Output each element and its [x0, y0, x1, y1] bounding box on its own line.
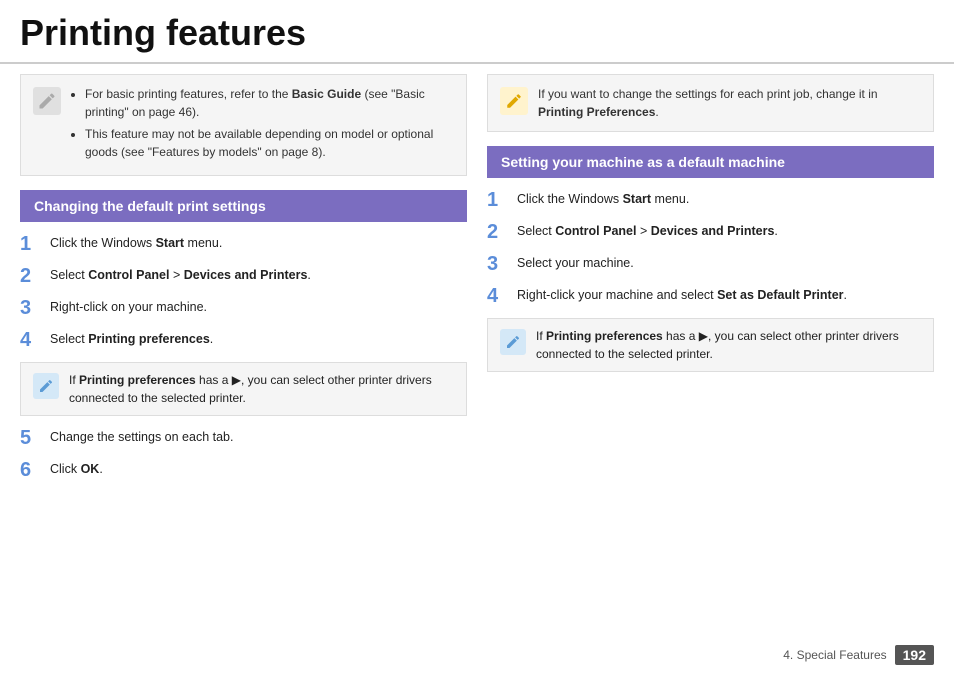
pencil-icon-inline-right	[500, 329, 526, 355]
inline-note-left: If Printing preferences has a ▶, you can…	[20, 362, 467, 416]
section2-steps: 1 Click the Windows Start menu. 2 Select…	[487, 188, 934, 308]
step-6: 6 Click OK.	[20, 458, 467, 482]
step-1: 1 Click the Windows Start menu.	[20, 232, 467, 256]
step-4: 4 Select Printing preferences.	[20, 328, 467, 352]
chapter-label: 4. Special Features	[783, 648, 886, 662]
pencil-icon	[33, 87, 61, 115]
pencil-icon-inline-left	[33, 373, 59, 399]
s2-step-1: 1 Click the Windows Start menu.	[487, 188, 934, 212]
top-note-box-right: If you want to change the settings for e…	[487, 74, 934, 132]
steps-1-4: 1 Click the Windows Start menu. 2 Select…	[20, 232, 467, 352]
pencil-icon-right-top	[500, 87, 528, 115]
section2-header: Setting your machine as a default machin…	[487, 146, 934, 178]
left-column: For basic printing features, refer to th…	[20, 74, 467, 492]
step-5: 5 Change the settings on each tab.	[20, 426, 467, 450]
page-number: 192	[895, 645, 934, 665]
step-3: 3 Right-click on your machine.	[20, 296, 467, 320]
steps-5-6: 5 Change the settings on each tab. 6 Cli…	[20, 426, 467, 482]
page: Printing features For basic printing fea…	[0, 0, 954, 675]
main-content: For basic printing features, refer to th…	[0, 74, 954, 492]
title-area: Printing features	[0, 0, 954, 64]
page-footer: 4. Special Features 192	[783, 645, 934, 665]
section1-header: Changing the default print settings	[20, 190, 467, 222]
inline-note-text-left: If Printing preferences has a ▶, you can…	[69, 371, 454, 407]
inline-note-right: If Printing preferences has a ▶, you can…	[487, 318, 934, 372]
top-note-text-right: If you want to change the settings for e…	[538, 85, 921, 121]
top-note-text-left: For basic printing features, refer to th…	[71, 85, 454, 165]
inline-note-text-right: If Printing preferences has a ▶, you can…	[536, 327, 921, 363]
s2-step-3: 3 Select your machine.	[487, 252, 934, 276]
s2-step-4: 4 Right-click your machine and select Se…	[487, 284, 934, 308]
right-column: If you want to change the settings for e…	[487, 74, 934, 492]
top-note-box-left: For basic printing features, refer to th…	[20, 74, 467, 176]
s2-step-2: 2 Select Control Panel > Devices and Pri…	[487, 220, 934, 244]
step-2: 2 Select Control Panel > Devices and Pri…	[20, 264, 467, 288]
page-title: Printing features	[20, 12, 934, 54]
